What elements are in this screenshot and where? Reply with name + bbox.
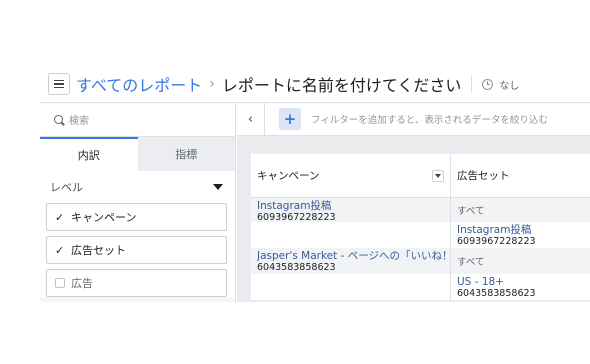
table-row[interactable]: Instagram投稿 6093967228223 すべて (251, 198, 590, 223)
level-item-adset[interactable]: ✓ 広告セット (46, 236, 227, 264)
empty-cell (251, 222, 451, 248)
filter-input[interactable]: フィルターを追加すると、表示されるデータを絞り込む (311, 112, 548, 126)
table-header: キャンペーン 広告セット (251, 154, 590, 198)
clock-icon (482, 78, 494, 90)
column-menu-icon[interactable] (432, 169, 444, 182)
adset-all-label: すべて (457, 257, 485, 268)
level-list: ✓ キャンペーン ✓ 広告セット 広告 (40, 203, 235, 297)
tab-breakdown[interactable]: 内訳 (40, 137, 138, 171)
adset-cell[interactable]: Instagram投稿 6093967228223 (451, 222, 590, 248)
breadcrumb-all-reports[interactable]: すべてのレポート (76, 72, 202, 96)
table-row[interactable]: Instagram投稿 6093967228223 (251, 222, 590, 248)
title-bar: すべてのレポート › レポートに名前を付けてください なし (48, 70, 519, 98)
campaign-name-link[interactable]: Instagram投稿 (257, 200, 450, 212)
adset-id: 6043583858623 (457, 288, 536, 299)
checkbox-empty-icon[interactable] (55, 278, 65, 288)
back-button[interactable]: ‹ (237, 102, 265, 136)
adset-name-link[interactable]: US - 18+ (457, 276, 590, 288)
adset-all-label: すべて (457, 206, 485, 217)
level-label: レベル (50, 181, 83, 194)
search-icon (54, 115, 63, 124)
search-box[interactable]: 検索 (40, 103, 235, 137)
report-table: キャンペーン 広告セット Instagram投稿 6093967228223 す… (251, 154, 590, 300)
level-item-label: キャンペーン (71, 211, 137, 224)
adset-name-link[interactable]: Instagram投稿 (457, 224, 590, 236)
level-item-label: 広告 (71, 277, 93, 290)
adset-id: 6093967228223 (457, 236, 536, 247)
caret-down-icon[interactable] (213, 184, 223, 190)
report-grid: キャンペーン 広告セット Instagram投稿 6093967228223 す… (237, 136, 590, 302)
campaign-id: 6043583858623 (257, 262, 336, 273)
adset-all-cell: すべて (451, 198, 590, 222)
level-item-campaign[interactable]: ✓ キャンペーン (46, 203, 227, 231)
table-row[interactable]: Jasper's Market - ページへの「いいね！」 6043583858… (251, 248, 590, 274)
tab-metrics[interactable]: 指標 (137, 137, 235, 171)
level-item-label: 広告セット (71, 244, 126, 257)
title-divider (471, 76, 473, 92)
campaign-cell[interactable]: Instagram投稿 6093967228223 (251, 198, 451, 223)
column-header-label: 広告セット (457, 170, 510, 182)
checkmark-icon[interactable]: ✓ (55, 211, 65, 224)
checkmark-icon[interactable]: ✓ (55, 244, 65, 257)
column-header-adset[interactable]: 広告セット (451, 154, 590, 197)
schedule-status[interactable]: なし (499, 77, 519, 92)
level-dropdown[interactable]: レベル (40, 171, 235, 203)
level-item-ad[interactable]: 広告 (46, 269, 227, 297)
breakdown-panel: 検索 内訳 指標 レベル ✓ キャンペーン ✓ 広告セット 広告 (40, 102, 236, 302)
panel-tabs: 内訳 指標 (40, 137, 235, 171)
column-header-campaign[interactable]: キャンペーン (251, 154, 451, 197)
table-row[interactable]: US - 18+ 6043583858623 (251, 274, 590, 300)
search-input[interactable]: 検索 (69, 112, 89, 127)
column-header-label: キャンペーン (257, 170, 320, 182)
report-title[interactable]: レポートに名前を付けてください (222, 72, 462, 96)
chevron-right-icon: › (209, 76, 215, 92)
empty-cell (251, 274, 451, 300)
adset-all-cell: すべて (451, 248, 590, 274)
menu-icon[interactable] (48, 73, 70, 95)
add-filter-button[interactable]: + (279, 108, 301, 130)
campaign-cell[interactable]: Jasper's Market - ページへの「いいね！」 6043583858… (251, 248, 451, 274)
adset-cell[interactable]: US - 18+ 6043583858623 (451, 274, 590, 300)
filter-toolbar: ‹ + フィルターを追加すると、表示されるデータを絞り込む (237, 102, 590, 136)
campaign-name-link[interactable]: Jasper's Market - ページへの「いいね！」 (257, 250, 450, 262)
